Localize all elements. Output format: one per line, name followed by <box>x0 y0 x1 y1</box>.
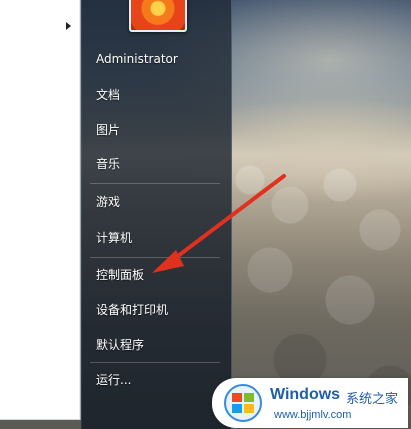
menu-item-pictures[interactable]: 图片 <box>88 116 224 144</box>
left-panel-divider <box>0 419 80 420</box>
menu-separator <box>90 257 220 258</box>
menu-item-control-panel[interactable]: 控制面板 <box>88 261 224 289</box>
menu-item-run[interactable]: 运行... <box>88 366 224 394</box>
menu-item-user[interactable]: Administrator <box>88 45 224 73</box>
submenu-arrow-icon <box>66 22 71 30</box>
menu-item-devices-printers[interactable]: 设备和打印机 <box>88 296 224 324</box>
menu-item-documents[interactable]: 文档 <box>88 81 224 109</box>
menu-item-games[interactable]: 游戏 <box>88 188 224 216</box>
menu-separator <box>90 183 220 184</box>
windows-logo-icon <box>224 384 262 422</box>
menu-item-default-programs[interactable]: 默认程序 <box>88 331 224 359</box>
menu-item-music[interactable]: 音乐 <box>88 150 224 178</box>
watermark-brand: Windows <box>270 386 341 403</box>
programs-row[interactable] <box>0 10 80 46</box>
watermark-url: www.bjjmlv.com <box>274 409 352 421</box>
site-watermark: Windows 系统之家 www.bjjmlv.com <box>212 378 408 428</box>
menu-separator <box>90 362 220 363</box>
start-menu-left-panel <box>0 0 81 420</box>
menu-item-computer[interactable]: 计算机 <box>88 224 224 252</box>
user-avatar[interactable] <box>129 0 187 32</box>
watermark-subtitle: 系统之家 <box>346 392 399 407</box>
